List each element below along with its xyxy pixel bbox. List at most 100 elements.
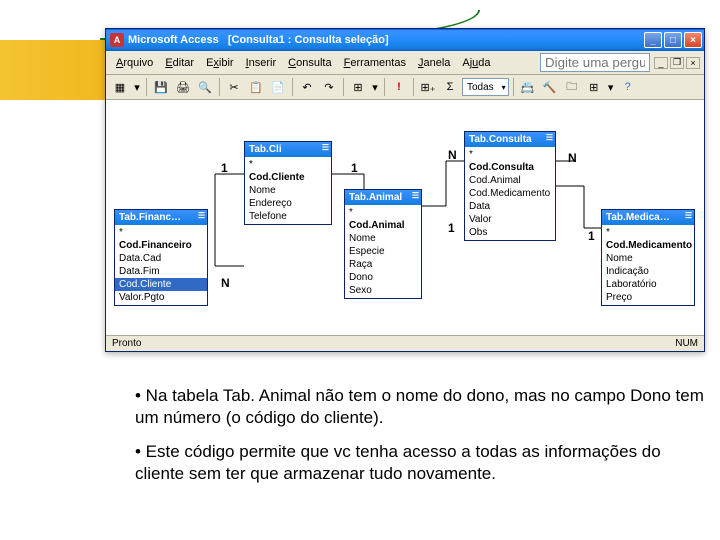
menu-arquivo[interactable]: Arquivo <box>110 55 159 71</box>
preview-button[interactable]: 🔍 <box>195 77 215 97</box>
query-type-dropdown-icon[interactable]: ▾ <box>370 77 380 97</box>
table-title[interactable]: Tab.Cli <box>245 142 331 157</box>
view-dropdown-icon[interactable]: ▾ <box>132 77 142 97</box>
field-dono[interactable]: Dono <box>345 271 421 284</box>
totals-button[interactable]: Σ <box>440 77 460 97</box>
menubar: Arquivo Editar Exibir Inserir Consulta F… <box>106 51 704 75</box>
field-codmedicamento[interactable]: Cod.Medicamento <box>465 187 555 200</box>
field-valorpgto[interactable]: Valor.Pgto <box>115 291 207 304</box>
field-nome[interactable]: Nome <box>345 232 421 245</box>
field-telefone[interactable]: Telefone <box>245 210 331 223</box>
slide-bullets: • Na tabela Tab. Animal não tem o nome d… <box>135 385 705 497</box>
cardinality-one: 1 <box>221 161 228 175</box>
field-nome[interactable]: Nome <box>602 252 694 265</box>
table-medica[interactable]: Tab.Medica… * Cod.Medicamento Nome Indic… <box>601 209 695 306</box>
field-star[interactable]: * <box>115 226 207 239</box>
print-button[interactable]: 🖨 <box>173 77 193 97</box>
bullet-1: • Na tabela Tab. Animal não tem o nome d… <box>135 385 705 429</box>
build-button[interactable]: 🔨 <box>540 77 560 97</box>
cardinality-many: N <box>568 151 577 165</box>
table-financ[interactable]: Tab.Financ… * Cod.Financeiro Data.Cad Da… <box>114 209 208 306</box>
query-design-canvas[interactable]: 1 1 N 1 N 1 N N Tab.Cli * Cod.Cliente No… <box>106 100 704 335</box>
help-search-input[interactable] <box>540 53 650 72</box>
menu-inserir[interactable]: Inserir <box>240 55 283 71</box>
field-codconsulta[interactable]: Cod.Consulta <box>465 161 555 174</box>
show-table-button[interactable]: ⊞₊ <box>418 77 438 97</box>
table-cli[interactable]: Tab.Cli * Cod.Cliente Nome Endereço Tele… <box>244 141 332 225</box>
menu-ferramentas[interactable]: Ferramentas <box>338 55 412 71</box>
undo-button[interactable]: ↶ <box>297 77 317 97</box>
field-codmedicamento[interactable]: Cod.Medicamento <box>602 239 694 252</box>
field-datacad[interactable]: Data.Cad <box>115 252 207 265</box>
field-codanimal[interactable]: Cod.Animal <box>465 174 555 187</box>
field-obs[interactable]: Obs <box>465 226 555 239</box>
menu-exibir[interactable]: Exibir <box>200 55 240 71</box>
titlebar: A Microsoft Access [Consulta1 : Consulta… <box>106 29 704 51</box>
separator <box>384 78 385 96</box>
top-values-dropdown[interactable]: Todas <box>462 78 509 96</box>
field-star[interactable]: * <box>245 158 331 171</box>
access-window: A Microsoft Access [Consulta1 : Consulta… <box>105 28 705 352</box>
redo-button[interactable]: ↷ <box>319 77 339 97</box>
field-indicacao[interactable]: Indicação <box>602 265 694 278</box>
close-button[interactable]: × <box>684 32 702 48</box>
query-type-button[interactable]: ⊞ <box>348 77 368 97</box>
cardinality-one: 1 <box>588 229 595 243</box>
maximize-button[interactable]: □ <box>664 32 682 48</box>
run-button[interactable]: ! <box>389 77 409 97</box>
cardinality-one: 1 <box>351 161 358 175</box>
table-animal[interactable]: Tab.Animal * Cod.Animal Nome Especie Raç… <box>344 189 422 299</box>
minimize-button[interactable]: _ <box>644 32 662 48</box>
paste-button[interactable]: 📄 <box>268 77 288 97</box>
field-sexo[interactable]: Sexo <box>345 284 421 297</box>
table-title[interactable]: Tab.Consulta <box>465 132 555 147</box>
menu-ajuda[interactable]: Ajuda <box>456 55 496 71</box>
separator <box>343 78 344 96</box>
window-title: Microsoft Access [Consulta1 : Consulta s… <box>128 34 644 46</box>
field-codanimal[interactable]: Cod.Animal <box>345 219 421 232</box>
field-valor[interactable]: Valor <box>465 213 555 226</box>
mdi-close-button[interactable]: × <box>686 57 700 69</box>
field-star[interactable]: * <box>602 226 694 239</box>
menu-janela[interactable]: Janela <box>412 55 456 71</box>
field-endereco[interactable]: Endereço <box>245 197 331 210</box>
field-especie[interactable]: Especie <box>345 245 421 258</box>
field-raca[interactable]: Raça <box>345 258 421 271</box>
field-laboratorio[interactable]: Laboratório <box>602 278 694 291</box>
separator <box>219 78 220 96</box>
app-name: Microsoft Access <box>128 34 219 46</box>
menu-editar[interactable]: Editar <box>159 55 200 71</box>
table-title[interactable]: Tab.Financ… <box>115 210 207 225</box>
field-data[interactable]: Data <box>465 200 555 213</box>
separator <box>413 78 414 96</box>
field-list: * Cod.Animal Nome Especie Raça Dono Sexo <box>345 205 421 298</box>
copy-button[interactable]: 📋 <box>246 77 266 97</box>
mdi-minimize-button[interactable]: _ <box>654 57 668 69</box>
status-numlock: NUM <box>675 338 698 349</box>
help-button[interactable]: ? <box>618 77 638 97</box>
table-title[interactable]: Tab.Animal <box>345 190 421 205</box>
field-codcliente[interactable]: Cod.Cliente <box>115 278 207 291</box>
mdi-restore-button[interactable]: ❐ <box>670 57 684 69</box>
field-star[interactable]: * <box>345 206 421 219</box>
db-window-button[interactable]: 🗀 <box>562 77 582 97</box>
table-consulta[interactable]: Tab.Consulta * Cod.Consulta Cod.Animal C… <box>464 131 556 241</box>
new-object-button[interactable]: ⊞ <box>584 77 604 97</box>
separator <box>513 78 514 96</box>
field-star[interactable]: * <box>465 148 555 161</box>
view-button[interactable]: ▦ <box>110 77 130 97</box>
menu-consulta[interactable]: Consulta <box>282 55 337 71</box>
cut-button[interactable]: ✂ <box>224 77 244 97</box>
properties-button[interactable]: 📇 <box>518 77 538 97</box>
field-codcliente[interactable]: Cod.Cliente <box>245 171 331 184</box>
table-title[interactable]: Tab.Medica… <box>602 210 694 225</box>
field-codfinanceiro[interactable]: Cod.Financeiro <box>115 239 207 252</box>
field-nome[interactable]: Nome <box>245 184 331 197</box>
new-object-dropdown-icon[interactable]: ▾ <box>606 77 616 97</box>
decorative-yellow-bar <box>0 40 105 100</box>
field-datafim[interactable]: Data.Fim <box>115 265 207 278</box>
field-preco[interactable]: Preço <box>602 291 694 304</box>
save-button[interactable]: 💾 <box>151 77 171 97</box>
cardinality-many: N <box>448 148 457 162</box>
field-list: * Cod.Cliente Nome Endereço Telefone <box>245 157 331 224</box>
